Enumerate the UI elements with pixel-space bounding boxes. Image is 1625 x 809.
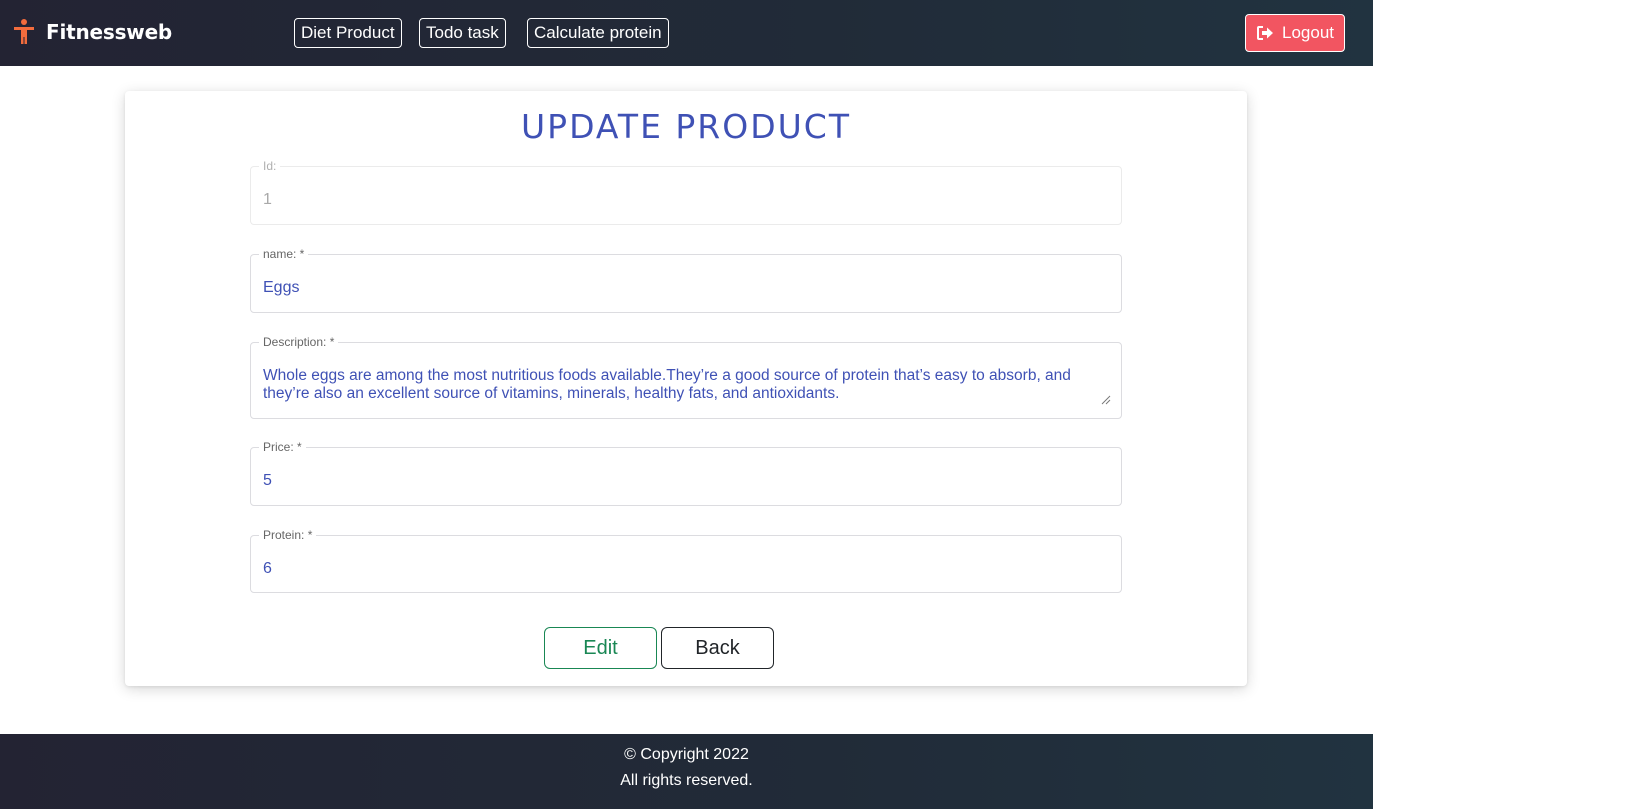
back-button[interactable]: Back [661,627,774,669]
name-field[interactable]: name: * Eggs [250,246,1122,313]
protein-field[interactable]: Protein: * 6 [250,527,1122,593]
accessibility-person-icon [14,19,34,44]
brand[interactable]: Fitnessweb [12,18,172,46]
price-field[interactable]: Price: * 5 [250,439,1122,506]
description-field[interactable]: Description: * Whole eggs are among the … [250,334,1122,419]
description-textarea[interactable]: Whole eggs are among the most nutritious… [263,367,1103,403]
brand-name: Fitnessweb [46,20,173,44]
name-field-value[interactable]: Eggs [263,278,299,298]
top-navbar: Fitnessweb Diet Product Todo task Calcul… [0,0,1373,66]
price-field-value[interactable]: 5 [263,471,272,491]
nav-todo-task-button[interactable]: Todo task [419,18,506,48]
id-field-label: Id: [259,158,281,174]
nav-diet-product-button[interactable]: Diet Product [294,18,402,48]
logout-label: Logout [1282,23,1334,42]
footer-rights: All rights reserved. [620,772,753,789]
update-product-card: UPDATE PRODUCT Id: 1 name: * Eggs Descri… [125,91,1247,686]
description-field-label: Description: * [259,334,339,350]
id-field: Id: 1 [250,158,1122,225]
price-field-label: Price: * [259,439,306,455]
protein-field-label: Protein: * [259,527,317,543]
page-title: UPDATE PRODUCT [521,107,851,146]
sign-out-icon [1257,26,1273,40]
logout-button[interactable]: Logout [1245,14,1345,52]
nav-calculate-protein-button[interactable]: Calculate protein [527,18,669,48]
edit-button[interactable]: Edit [544,627,657,669]
protein-field-value[interactable]: 6 [263,559,272,579]
name-field-label: name: * [259,246,309,262]
footer-copyright: © Copyright 2022 [624,746,749,763]
resize-handle-icon[interactable] [1101,395,1111,405]
footer: © Copyright 2022 All rights reserved. [0,734,1373,809]
id-field-value: 1 [263,191,272,208]
